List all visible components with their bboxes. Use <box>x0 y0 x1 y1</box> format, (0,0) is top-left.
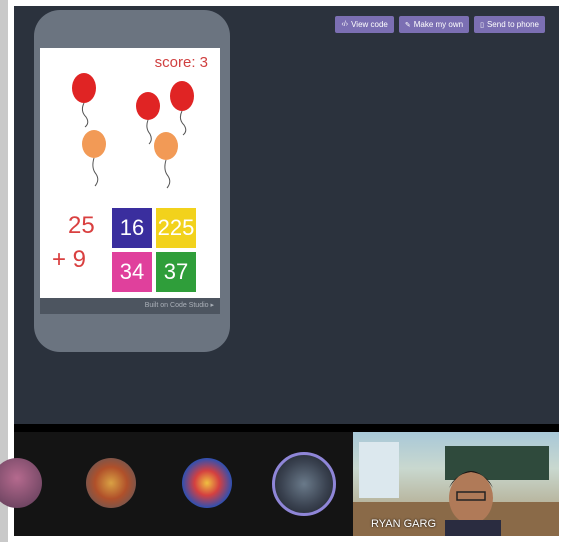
balloon-red-3[interactable] <box>168 80 198 136</box>
participant-avatar-3[interactable] <box>182 458 232 508</box>
balloon-orange-2[interactable] <box>152 130 182 190</box>
answer-option-4[interactable]: 37 <box>156 252 196 292</box>
make-my-own-label: Make my own <box>413 20 464 29</box>
callbar-divider <box>14 424 559 432</box>
participant-avatar-active[interactable] <box>272 452 336 516</box>
equation-first-number: 25 <box>68 212 95 239</box>
video-call-bar: RYAN GARG <box>0 424 559 536</box>
main-screen: ‹/› View code ✎ Make my own ▯ Send to ph… <box>14 6 559 424</box>
edit-icon: ✎ <box>404 21 411 29</box>
view-code-label: View code <box>351 20 388 29</box>
participant-name: RYAN GARG <box>371 518 436 530</box>
make-my-own-button[interactable]: ✎ Make my own <box>398 16 470 33</box>
score-text: score: 3 <box>154 54 208 71</box>
send-to-phone-label: Send to phone <box>486 20 539 29</box>
answer-option-1[interactable]: 16 <box>112 208 152 248</box>
code-icon: ‹/› <box>341 21 349 28</box>
balloon-orange-1[interactable] <box>80 128 110 188</box>
balloon-red-1[interactable] <box>70 72 100 128</box>
participant-avatar-2[interactable] <box>86 458 136 508</box>
phone-icon: ▯ <box>480 21 484 29</box>
view-code-button[interactable]: ‹/› View code <box>335 16 394 33</box>
answer-option-2[interactable]: 225 <box>156 208 196 248</box>
participant-avatar-1[interactable] <box>0 458 42 508</box>
send-to-phone-button[interactable]: ▯ Send to phone <box>474 16 545 33</box>
code-studio-footer[interactable]: Built on Code Studio ▸ <box>40 298 220 314</box>
answer-option-3[interactable]: 34 <box>112 252 152 292</box>
game-app[interactable]: score: 3 25 + 9 16 225 34 37 <box>40 48 220 298</box>
participant-video-tile[interactable]: RYAN GARG <box>353 432 559 536</box>
toolbar: ‹/› View code ✎ Make my own ▯ Send to ph… <box>335 16 545 33</box>
equation-second-number: + 9 <box>52 246 87 273</box>
